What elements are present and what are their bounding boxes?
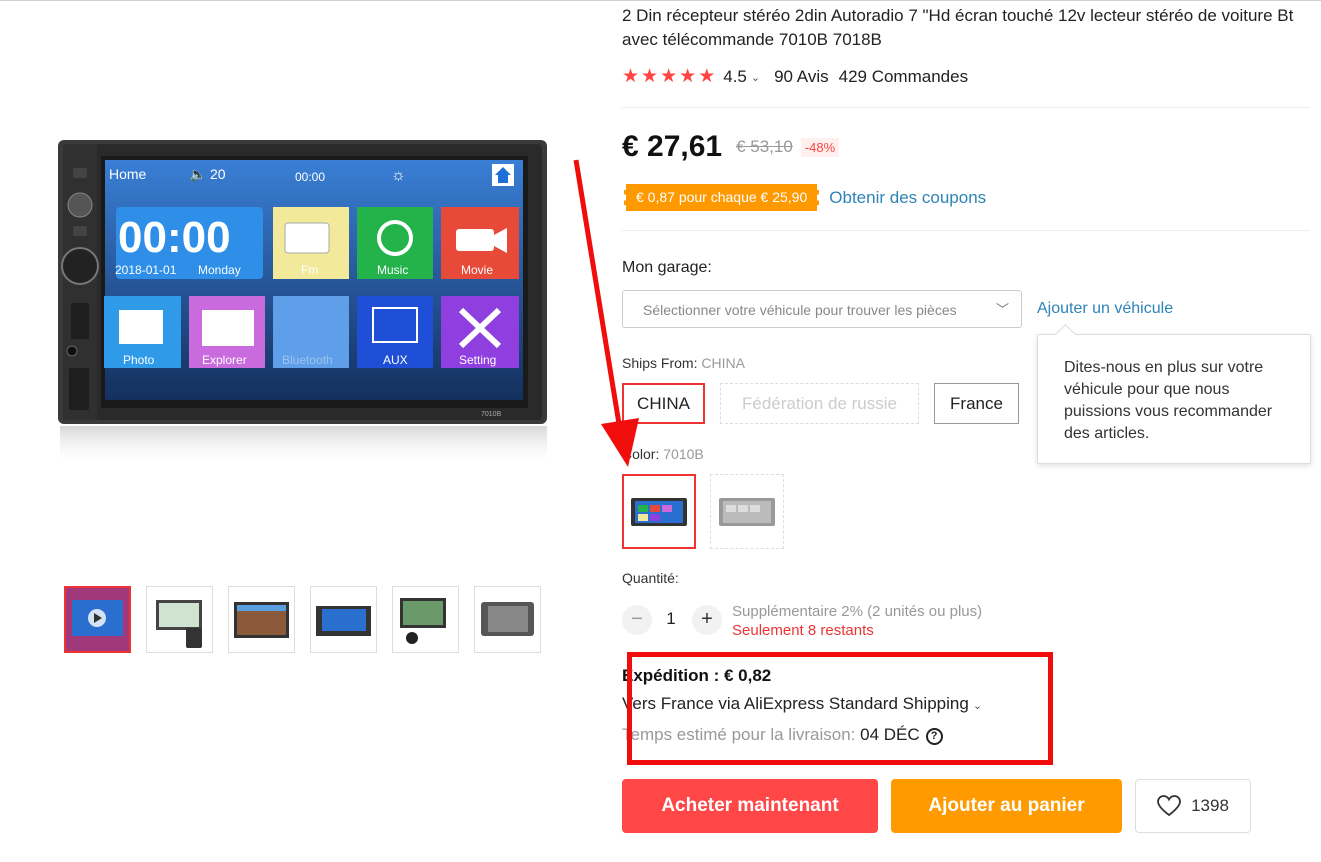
svg-text:Music: Music bbox=[377, 263, 408, 277]
svg-text:Fm: Fm bbox=[301, 263, 318, 277]
svg-text:Monday: Monday bbox=[198, 263, 241, 277]
star-icon: ★ bbox=[641, 66, 659, 87]
product-title: 2 Din récepteur stéréo 2din Autoradio 7 … bbox=[622, 6, 1294, 49]
thumbnail-6[interactable] bbox=[474, 586, 541, 653]
device-home-label: Home bbox=[109, 166, 147, 182]
color-option-7018b[interactable] bbox=[710, 474, 784, 549]
coupon-badge: € 0,87 pour chaque € 25,90 bbox=[624, 184, 820, 211]
ships-from-option-france[interactable]: France bbox=[934, 383, 1019, 424]
ships-from-option-china[interactable]: CHINA bbox=[622, 383, 705, 424]
svg-text:Explorer: Explorer bbox=[202, 353, 247, 367]
chevron-down-icon[interactable]: ⌄ bbox=[751, 71, 760, 84]
quantity-label: Quantité: bbox=[622, 570, 679, 586]
main-product-image[interactable]: Home 🔈 20 00:00 ☼ 00:00 2018-01-01 Monda… bbox=[55, 138, 550, 468]
vehicle-select[interactable]: Sélectionner votre véhicule pour trouver… bbox=[622, 290, 1022, 328]
star-half-icon: ★ bbox=[698, 66, 716, 87]
svg-text:☼: ☼ bbox=[391, 167, 406, 184]
svg-text:Setting: Setting bbox=[459, 353, 496, 367]
vehicle-select-placeholder: Sélectionner votre véhicule pour trouver… bbox=[643, 302, 957, 318]
color-label: Color: 7010B bbox=[622, 446, 704, 462]
color-option-7010b[interactable] bbox=[622, 474, 696, 549]
svg-text:AUX: AUX bbox=[383, 353, 408, 367]
wishlist-count: 1398 bbox=[1191, 796, 1229, 815]
garage-label: Mon garage: bbox=[622, 259, 712, 276]
reviews-count[interactable]: 90 Avis bbox=[774, 67, 829, 87]
star-icon: ★ bbox=[622, 66, 640, 87]
rating-stars: ★ ★ ★ ★ ★ bbox=[622, 67, 715, 87]
get-coupons-link[interactable]: Obtenir des coupons bbox=[829, 188, 986, 208]
star-icon: ★ bbox=[679, 66, 697, 87]
original-price: € 53,10 bbox=[736, 137, 793, 156]
bulk-discount-note: Supplémentaire 2% (2 unités ou plus) bbox=[732, 603, 983, 620]
thumbnail-strip bbox=[64, 586, 541, 653]
rating-score[interactable]: 4.5 bbox=[723, 67, 747, 87]
annotation-highlight-box bbox=[627, 652, 1053, 765]
discount-badge: -48% bbox=[800, 137, 840, 157]
ships-from-value: CHINA bbox=[701, 355, 745, 371]
current-price: € 27,61 bbox=[622, 130, 723, 163]
heart-icon bbox=[1157, 795, 1181, 817]
wishlist-button[interactable]: 1398 bbox=[1135, 779, 1251, 833]
thumbnail-4[interactable] bbox=[310, 586, 377, 653]
svg-text:00:00: 00:00 bbox=[118, 213, 231, 262]
svg-text:Photo: Photo bbox=[123, 353, 155, 367]
color-value: 7010B bbox=[663, 446, 704, 462]
svg-text:20: 20 bbox=[210, 166, 226, 182]
divider bbox=[622, 107, 1310, 108]
svg-text:00:00: 00:00 bbox=[295, 170, 325, 184]
ships-from-label: Ships From: CHINA bbox=[622, 355, 745, 371]
svg-text:2018-01-01: 2018-01-01 bbox=[115, 263, 177, 277]
price-row: € 27,61 € 53,10 -48% bbox=[622, 130, 840, 164]
thumbnail-5[interactable] bbox=[392, 586, 459, 653]
garage-tooltip: Dites-nous en plus sur votre véhicule po… bbox=[1037, 334, 1311, 464]
svg-text:Bluetooth: Bluetooth bbox=[282, 353, 333, 367]
ships-from-option-russia[interactable]: Fédération de russie bbox=[720, 383, 919, 424]
coupon-row: € 0,87 pour chaque € 25,90 Obtenir des c… bbox=[624, 184, 986, 211]
orders-count: 429 Commandes bbox=[838, 67, 969, 86]
svg-text:🔈: 🔈 bbox=[189, 166, 206, 183]
add-to-cart-button[interactable]: Ajouter au panier bbox=[891, 779, 1122, 833]
divider bbox=[622, 230, 1310, 231]
svg-text:7010B: 7010B bbox=[481, 411, 502, 418]
top-divider bbox=[0, 0, 1321, 1]
thumbnail-1[interactable] bbox=[64, 586, 131, 653]
quantity-note: Supplémentaire 2% (2 unités ou plus) Seu… bbox=[732, 602, 982, 640]
thumbnail-2[interactable] bbox=[146, 586, 213, 653]
rating-row: ★ ★ ★ ★ ★ 4.5 ⌄ 90 Avis 429 Commandes bbox=[622, 66, 968, 88]
quantity-decrease-button[interactable]: − bbox=[622, 605, 652, 635]
stock-warning: Seulement 8 restants bbox=[732, 622, 874, 639]
star-icon: ★ bbox=[660, 66, 678, 87]
thumbnail-3[interactable] bbox=[228, 586, 295, 653]
svg-text:Movie: Movie bbox=[461, 263, 493, 277]
quantity-increase-button[interactable]: + bbox=[692, 605, 722, 635]
buy-now-button[interactable]: Acheter maintenant bbox=[622, 779, 878, 833]
add-vehicle-link[interactable]: Ajouter un véhicule bbox=[1037, 300, 1173, 318]
quantity-value[interactable]: 1 bbox=[661, 609, 681, 629]
chevron-down-icon: ﹀ bbox=[995, 302, 1009, 317]
